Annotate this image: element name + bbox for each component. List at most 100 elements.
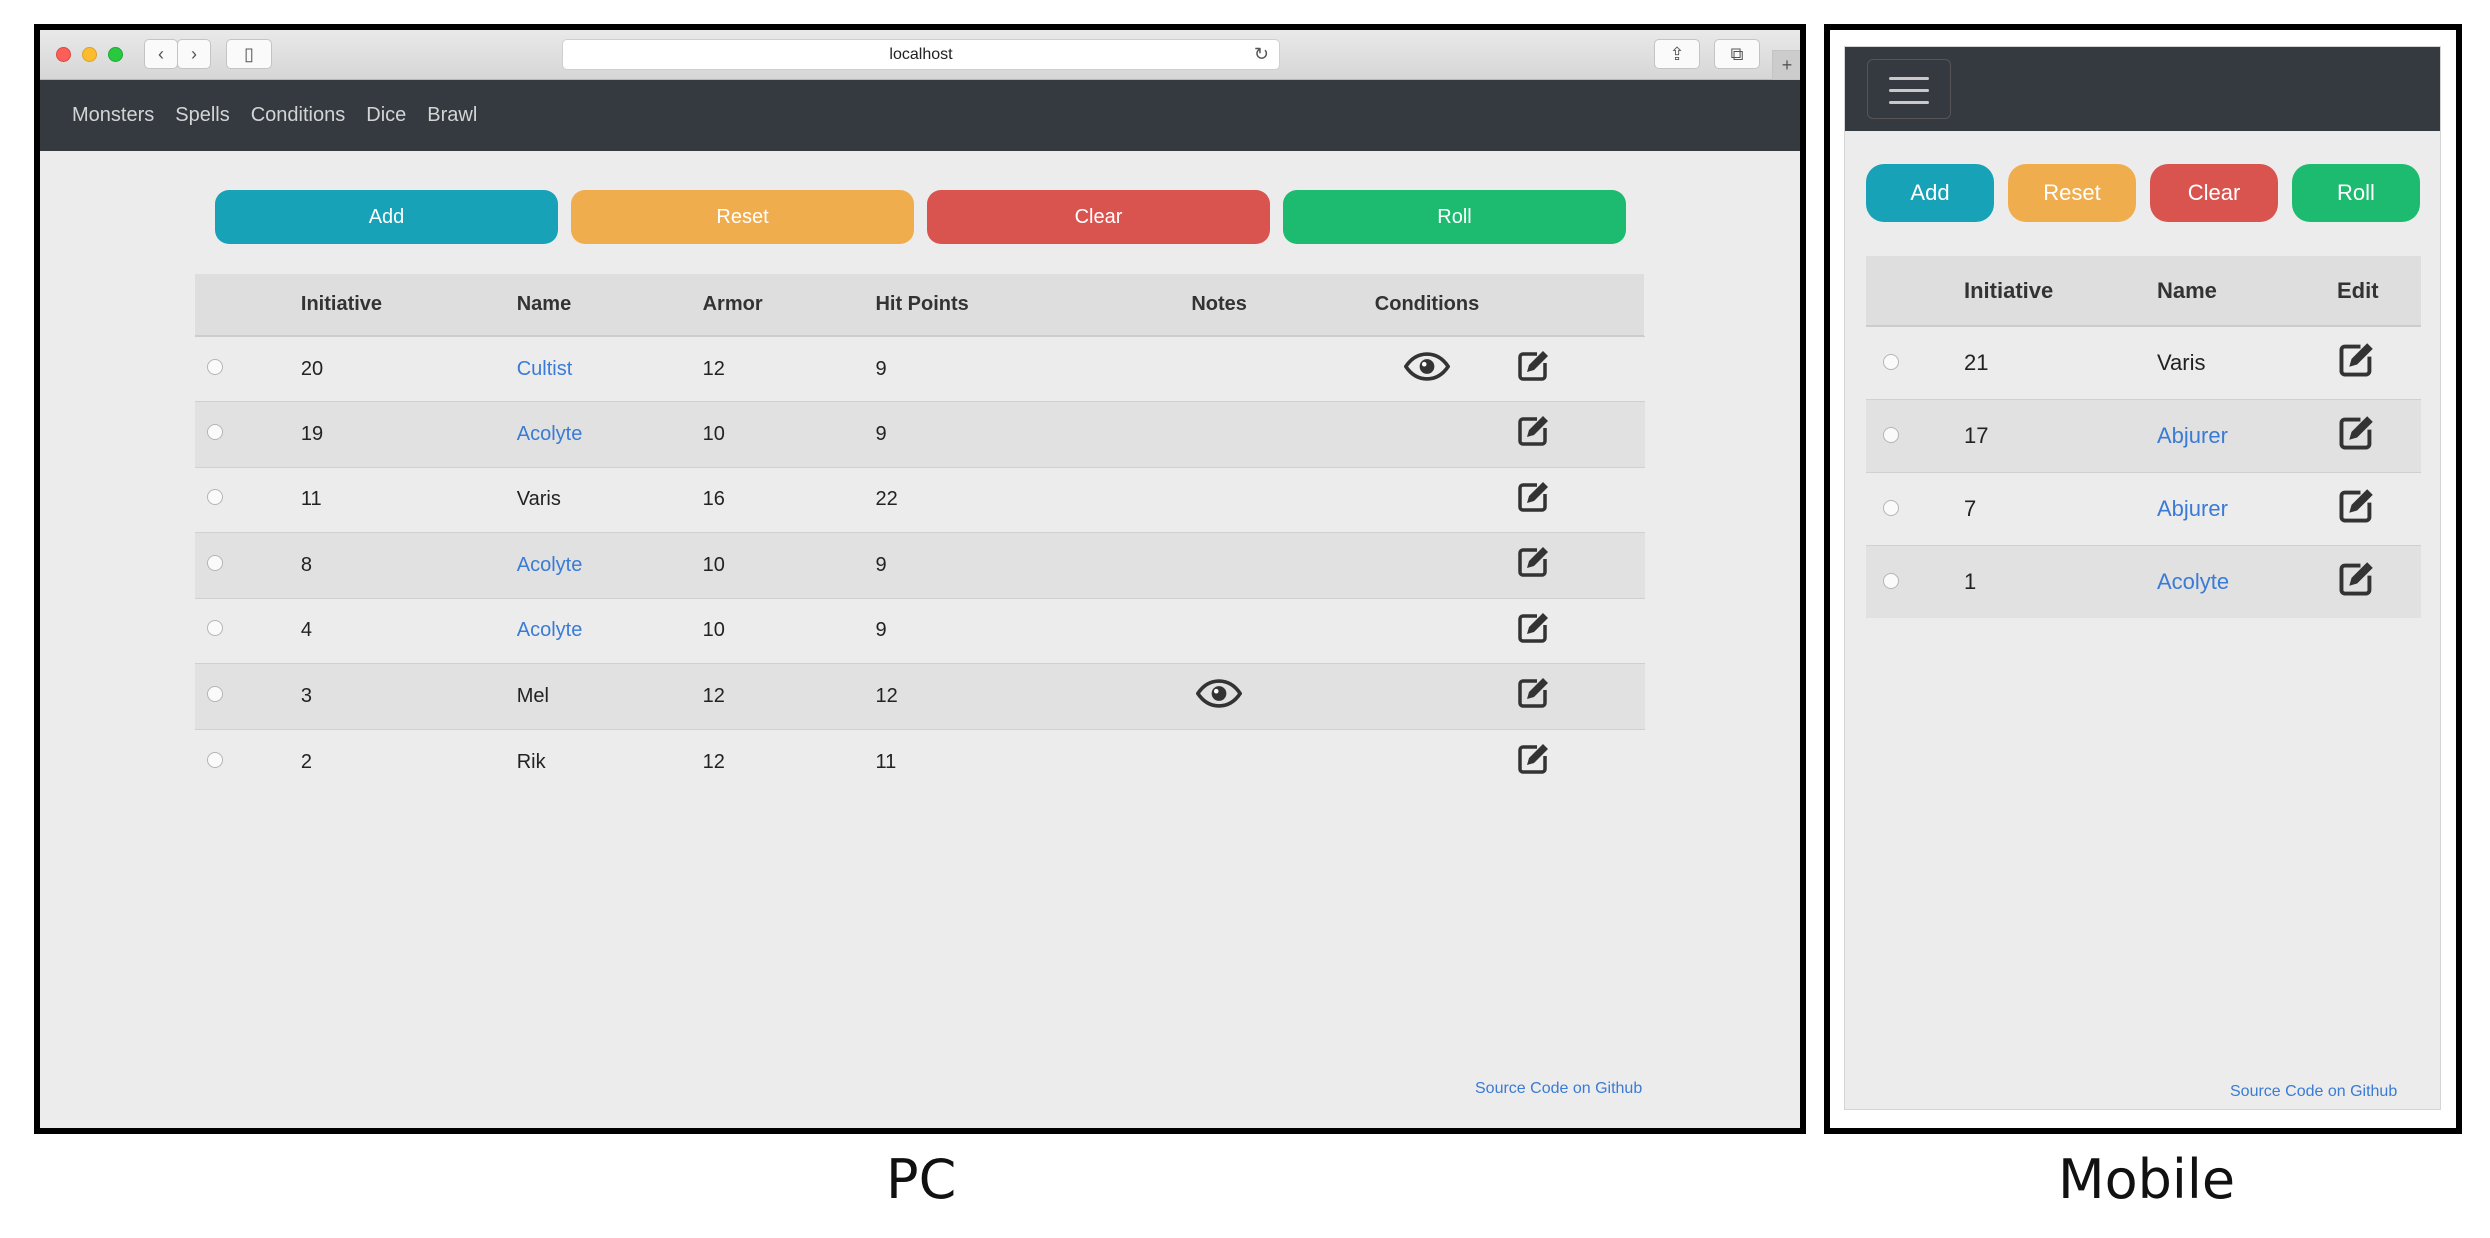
caption-mobile: Mobile xyxy=(2058,1148,2236,1211)
row-radio[interactable] xyxy=(207,489,223,506)
row-radio[interactable] xyxy=(207,685,223,702)
armor-cell: 10 xyxy=(702,422,725,445)
initiative-cell: 1 xyxy=(1964,568,1977,594)
armor-cell: 12 xyxy=(702,684,725,707)
row-radio[interactable] xyxy=(207,554,223,571)
edit-cell xyxy=(2336,472,2421,545)
table-row: 8 Acolyte 10 9 xyxy=(195,532,1645,599)
row-radio[interactable] xyxy=(1883,572,1899,589)
row-radio[interactable] xyxy=(1883,426,1899,443)
row-radio[interactable] xyxy=(1883,499,1899,516)
source-code-link[interactable]: Source Code on Github xyxy=(1475,1080,1642,1098)
edit-cell xyxy=(1518,533,1645,599)
name-cell[interactable]: Acolyte xyxy=(2156,545,2336,618)
close-window-button[interactable] xyxy=(56,47,71,62)
column-header-initiative[interactable]: Initiative xyxy=(1963,256,2156,327)
back-button[interactable]: ‹ xyxy=(144,39,178,69)
table-row: 11 Varis 16 22 xyxy=(195,467,1645,533)
add-button[interactable]: Add xyxy=(1866,164,1994,222)
select-cell xyxy=(1866,545,1963,618)
top-navbar: Monsters Spells Conditions Dice Brawl xyxy=(40,80,1800,151)
edit-icon[interactable] xyxy=(2337,487,2375,531)
name-cell[interactable]: Abjurer xyxy=(2156,472,2336,545)
name-cell[interactable]: Acolyte xyxy=(516,402,702,468)
edit-icon[interactable] xyxy=(2337,560,2375,604)
clear-button[interactable]: Clear xyxy=(2150,164,2278,222)
conditions-cell xyxy=(1349,664,1644,730)
row-radio[interactable] xyxy=(207,423,223,440)
nav-monsters[interactable]: Monsters xyxy=(72,104,154,127)
nav-brawl[interactable]: Brawl xyxy=(427,104,477,127)
column-header-hit-points[interactable]: Hit Points xyxy=(874,274,1090,337)
table-body: 20 Cultist 12 9 19 Acolyte 10 9 11 Varis 16 22 8 Acol… xyxy=(195,336,1645,795)
nav-spells[interactable]: Spells xyxy=(175,104,229,127)
hit-points-cell: 11 xyxy=(875,750,897,773)
row-radio[interactable] xyxy=(207,358,223,375)
address-bar[interactable]: localhost ↻ xyxy=(562,39,1280,70)
nav-dice[interactable]: Dice xyxy=(366,104,406,127)
reset-button[interactable]: Reset xyxy=(571,190,914,244)
select-cell xyxy=(195,467,300,533)
notes-cell xyxy=(1089,402,1349,468)
edit-icon[interactable] xyxy=(1516,611,1550,651)
eye-icon[interactable] xyxy=(1195,678,1243,714)
name-cell[interactable]: Cultist xyxy=(516,336,702,402)
edit-icon[interactable] xyxy=(1516,545,1550,585)
column-header-name[interactable]: Name xyxy=(515,274,702,337)
edit-cell xyxy=(2336,326,2421,399)
table-row: 3 Mel 12 12 xyxy=(195,663,1645,730)
maximize-window-button[interactable] xyxy=(108,47,123,62)
armor-cell: 10 xyxy=(702,619,725,642)
name-cell: Rik xyxy=(516,750,546,773)
name-cell[interactable]: Abjurer xyxy=(2156,399,2336,472)
reset-button[interactable]: Reset xyxy=(2008,164,2136,222)
clear-button[interactable]: Clear xyxy=(927,190,1270,244)
name-cell[interactable]: Acolyte xyxy=(516,533,702,599)
column-header-initiative[interactable]: Initiative xyxy=(299,274,516,337)
table-row: 19 Acolyte 10 9 xyxy=(195,401,1645,468)
edit-cell xyxy=(1518,729,1645,795)
column-header-edit: Edit xyxy=(2336,256,2421,327)
forward-button[interactable]: › xyxy=(177,39,211,69)
initiative-cell: 17 xyxy=(1964,422,1989,448)
new-tab-button[interactable]: + xyxy=(1772,50,1800,80)
edit-icon[interactable] xyxy=(1516,676,1550,716)
column-header-name[interactable]: Name xyxy=(2156,256,2336,327)
roll-button[interactable]: Roll xyxy=(2292,164,2420,222)
edit-cell xyxy=(1518,402,1645,468)
nav-conditions[interactable]: Conditions xyxy=(251,104,346,127)
sidebar-toggle-button[interactable]: ▯ xyxy=(226,39,272,69)
initiative-cell: 20 xyxy=(300,357,324,380)
edit-icon[interactable] xyxy=(1516,349,1550,389)
edit-icon[interactable] xyxy=(2337,341,2375,385)
row-radio[interactable] xyxy=(207,751,223,768)
reload-icon[interactable]: ↻ xyxy=(1254,40,1269,69)
select-cell xyxy=(1866,472,1963,545)
name-cell[interactable]: Acolyte xyxy=(516,598,702,664)
initiative-cell: 11 xyxy=(300,488,322,511)
edit-cell xyxy=(1518,664,1645,730)
hamburger-icon[interactable] xyxy=(1867,59,1951,119)
mobile-viewport: Add Reset Clear Roll Initiative Name Edi… xyxy=(1824,24,2462,1134)
table-row: 7 Abjurer xyxy=(1866,472,2421,545)
share-button[interactable]: ⇪ xyxy=(1654,39,1700,69)
row-radio[interactable] xyxy=(207,620,223,637)
action-button-row: Add Reset Clear Roll xyxy=(215,190,1626,244)
add-button[interactable]: Add xyxy=(215,190,558,244)
mobile-initiative-table: Initiative Name Edit 21 Varis 17 Abjurer 7 Ab… xyxy=(1866,256,2421,618)
column-header-armor[interactable]: Armor xyxy=(701,274,875,337)
minimize-window-button[interactable] xyxy=(82,47,97,62)
row-radio[interactable] xyxy=(1883,353,1899,370)
notes-cell xyxy=(1089,598,1349,664)
source-code-link[interactable]: Source Code on Github xyxy=(2230,1083,2397,1101)
edit-icon[interactable] xyxy=(2337,414,2375,458)
roll-button[interactable]: Roll xyxy=(1283,190,1626,244)
edit-cell xyxy=(2336,399,2421,472)
edit-icon[interactable] xyxy=(1516,480,1550,520)
edit-icon[interactable] xyxy=(1516,414,1550,454)
edit-icon[interactable] xyxy=(1516,742,1550,782)
tabs-button[interactable]: ⧉ xyxy=(1714,39,1760,69)
eye-icon[interactable] xyxy=(1403,351,1451,387)
conditions-cell xyxy=(1349,402,1644,468)
initiative-cell: 2 xyxy=(300,750,313,773)
